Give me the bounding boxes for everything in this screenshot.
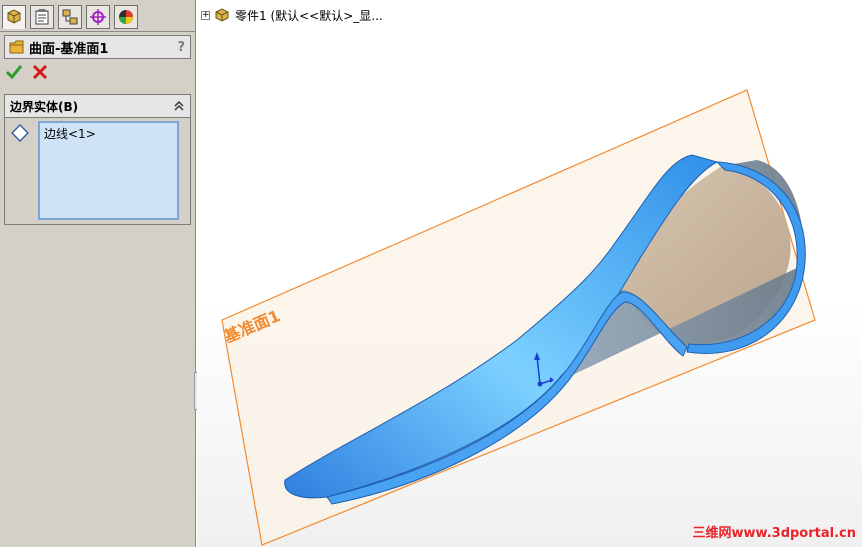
tab-dimxpert-manager[interactable] <box>86 5 110 29</box>
property-manager-icon <box>35 9 49 25</box>
part-icon <box>215 8 229 22</box>
expand-plus-icon[interactable]: + <box>201 10 210 20</box>
help-icon[interactable]: ? <box>177 40 185 55</box>
boundary-entities-group: 边界实体(B) 边线<1> <box>4 94 191 225</box>
cancel-x-icon[interactable] <box>31 63 49 81</box>
group-title: 边界实体(B) <box>10 99 79 114</box>
graphics-area[interactable]: 基准面1 + 零件1 (默认<<默认>_显... 三维网www.3dportal… <box>197 0 862 547</box>
part-name-label: 零件1 (默认<<默认>_显... <box>235 8 383 23</box>
tab-property-manager[interactable] <box>30 5 54 29</box>
feature-tree-part-node[interactable]: + 零件1 (默认<<默认>_显... <box>197 6 383 24</box>
double-chevron-up-icon[interactable] <box>172 99 186 113</box>
feature-manager-icon <box>7 9 21 24</box>
tab-feature-manager[interactable] <box>2 5 26 29</box>
list-item[interactable]: 边线<1> <box>44 125 96 142</box>
property-manager-panel: 曲面-基准面1 ? 边界实体(B) 边线<1> <box>0 0 202 547</box>
property-manager-header: 曲面-基准面1 ? <box>4 35 191 59</box>
dimxpert-manager-icon <box>90 9 106 25</box>
manager-tabs <box>0 0 196 32</box>
tab-display-manager[interactable] <box>114 5 138 29</box>
watermark-text: 三维网www.3dportal.cn <box>692 526 856 541</box>
surface-folder-icon <box>9 40 24 54</box>
configuration-manager-icon <box>62 9 78 25</box>
property-manager-title: 曲面-基准面1 <box>29 41 109 57</box>
tabs-divider <box>0 31 196 32</box>
tab-configuration-manager[interactable] <box>58 5 82 29</box>
diamond-icon <box>11 124 29 142</box>
group-header[interactable]: 边界实体(B) <box>5 95 190 118</box>
boundary-selection-list[interactable]: 边线<1> <box>38 121 179 220</box>
ok-checkmark-icon[interactable] <box>5 63 23 81</box>
model-scene: 基准面1 <box>220 89 816 546</box>
display-manager-icon <box>119 10 133 24</box>
